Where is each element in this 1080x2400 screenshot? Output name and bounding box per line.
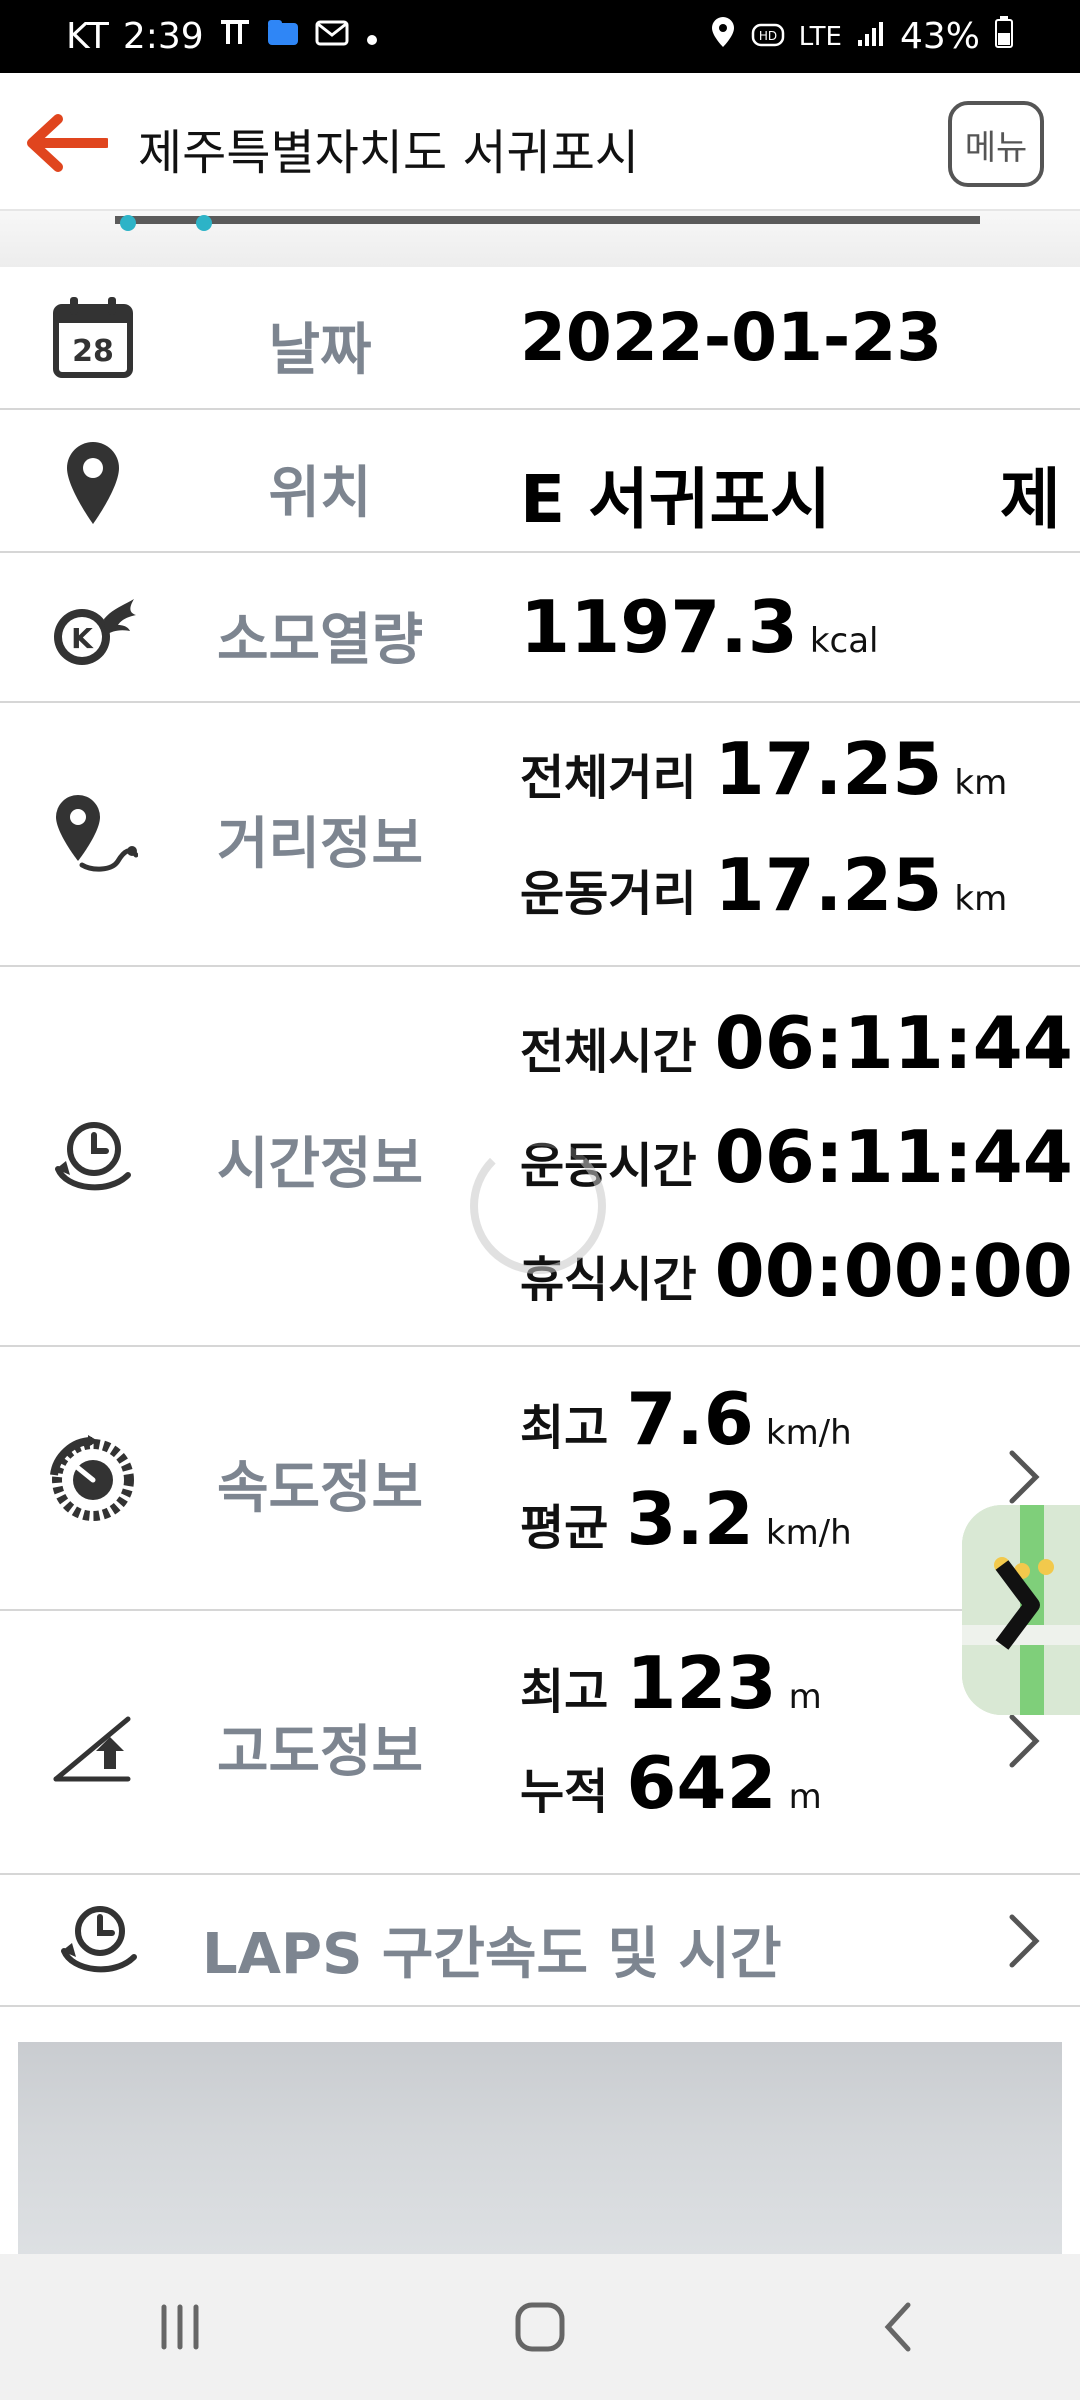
speedometer-icon [48, 1435, 138, 1525]
svg-text:HD: HD [759, 29, 777, 43]
route-pin-icon [48, 791, 139, 881]
avg-speed-value: 3.2 [626, 1477, 754, 1561]
battery-percent: 43% [899, 16, 980, 57]
calendar-icon: 28 [48, 293, 138, 383]
recent-apps-icon [161, 2304, 199, 2350]
carrier-label: KT [66, 16, 109, 57]
cumulative-altitude-unit: m [788, 1777, 822, 1817]
total-distance-label: 전체거리 [520, 750, 697, 806]
exercise-distance-unit: km [954, 879, 1008, 919]
clock-cycle-icon [48, 1113, 138, 1203]
calories-label: 소모열량 [216, 608, 424, 673]
location-icon [709, 15, 737, 58]
clock-time: 2:39 [122, 16, 204, 57]
svg-text:28: 28 [72, 334, 114, 369]
route-marker [120, 215, 136, 231]
location-row: 위치 E 서귀포시 제 [0, 410, 1080, 553]
max-speed-unit: km/h [765, 1413, 852, 1453]
cumulative-altitude-label: 누적 [520, 1764, 609, 1820]
dot-icon [364, 16, 380, 57]
signal-icon [856, 16, 886, 57]
system-nav-bar [0, 2254, 1080, 2400]
hd-icon: HD [751, 16, 785, 57]
network-label: LTE [798, 21, 842, 52]
total-time-value: 06:11:44 [714, 1001, 1073, 1085]
total-distance-value: 17.25 [714, 727, 943, 811]
max-altitude-label: 최고 [520, 1664, 609, 1720]
exercise-distance-label: 운동거리 [520, 866, 697, 922]
route-line [115, 216, 980, 224]
menu-button[interactable]: 메뉴 [948, 101, 1044, 187]
max-altitude-value: 123 [626, 1641, 777, 1725]
home-icon [515, 2302, 565, 2352]
max-speed-label: 최고 [520, 1400, 609, 1456]
laps-clock-icon [54, 1897, 144, 1987]
total-distance-unit: km [954, 763, 1008, 803]
back-nav-button[interactable] [840, 2277, 960, 2377]
speed-label: 속도정보 [216, 1456, 424, 1521]
max-speed-value: 7.6 [626, 1377, 754, 1461]
map-pin-icon [48, 438, 138, 528]
calories-unit: kcal [809, 621, 879, 661]
loading-spinner [470, 1138, 606, 1274]
location-label: 위치 [268, 461, 372, 526]
status-bar: KT 2:39 HD LTE 43% [0, 0, 1080, 73]
location-value-scroll: 제 [1000, 461, 1061, 538]
stats-list: 28 날짜 2022-01-23 위치 E 서귀포시 제 K 소모열량 1197… [0, 267, 1080, 2007]
calories-value: 1197.3 [520, 585, 798, 669]
svg-text:K: K [71, 622, 94, 655]
notification-icon [218, 16, 252, 57]
chevron-right-icon[interactable] [1006, 1911, 1042, 1971]
battery-icon [994, 15, 1014, 58]
altitude-row[interactable]: 고도정보 최고 123 m 누적 642 m [0, 1611, 1080, 1875]
map-preview-icon [962, 1505, 1080, 1715]
location-value: E 서귀포시 [520, 461, 831, 538]
chevron-right-icon[interactable] [1006, 1447, 1042, 1507]
rest-time-value: 00:00:00 [714, 1229, 1073, 1313]
back-button[interactable] [22, 111, 111, 175]
route-marker [196, 215, 212, 231]
max-altitude-unit: m [788, 1677, 822, 1717]
home-button[interactable] [480, 2277, 600, 2377]
date-value: 2022-01-23 [520, 299, 943, 376]
exercise-distance-value: 17.25 [714, 843, 943, 927]
distance-label: 거리정보 [216, 812, 424, 877]
laps-row[interactable]: LAPS 구간속도 및 시간 [0, 1875, 1080, 2007]
cumulative-altitude-value: 642 [626, 1741, 777, 1825]
laps-label: LAPS 구간속도 및 시간 [202, 1922, 782, 1987]
activity-photo[interactable] [18, 2042, 1062, 2254]
page-title: 제주특별자치도 서귀포시 [138, 125, 640, 181]
avg-speed-unit: km/h [765, 1513, 852, 1553]
arrow-left-icon [27, 114, 111, 172]
total-time-label: 전체시간 [520, 1024, 697, 1080]
avg-speed-label: 평균 [520, 1500, 609, 1556]
mail-icon [314, 16, 350, 57]
recent-apps-button[interactable] [120, 2277, 240, 2377]
exercise-time-value: 06:11:44 [714, 1115, 1073, 1199]
date-row: 28 날짜 2022-01-23 [0, 267, 1080, 410]
chevron-right-icon[interactable] [1006, 1711, 1042, 1771]
distance-row: 거리정보 전체거리 17.25 km 운동거리 17.25 km [0, 703, 1080, 967]
chevron-left-icon [884, 2302, 911, 2352]
flame-icon: K [48, 585, 138, 675]
altitude-label: 고도정보 [216, 1720, 424, 1785]
calories-row: K 소모열량 1197.3 kcal [0, 553, 1080, 703]
map-thumbnail-button[interactable] [962, 1505, 1080, 1715]
speed-row[interactable]: 속도정보 최고 7.6 km/h 평균 3.2 km/h [0, 1347, 1080, 1611]
folder-icon [266, 16, 300, 57]
app-header: 제주특별자치도 서귀포시 메뉴 [0, 73, 1080, 211]
elevation-icon [48, 1699, 138, 1789]
date-label: 날짜 [268, 318, 372, 383]
time-label: 시간정보 [216, 1132, 424, 1197]
map-strip[interactable] [0, 211, 1080, 267]
